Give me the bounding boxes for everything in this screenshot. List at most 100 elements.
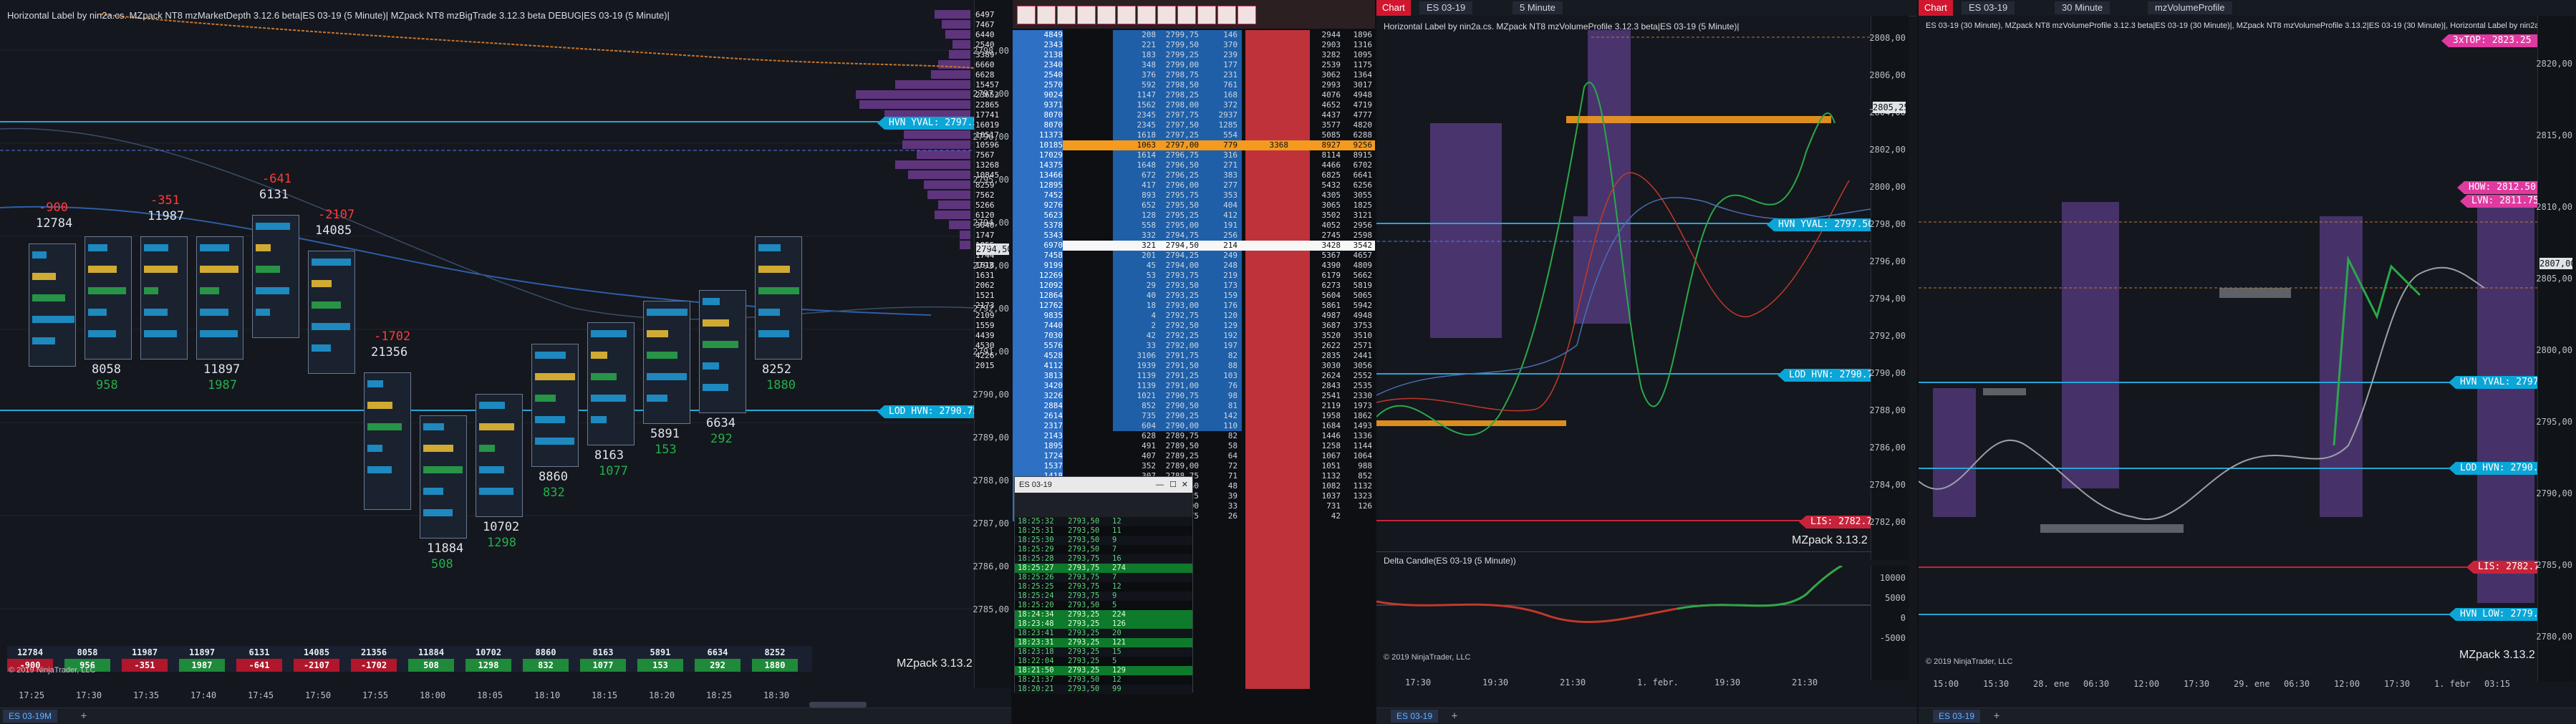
chart4-timeframe-select[interactable]: 30 Minute <box>2055 1 2111 14</box>
dom-row[interactable]: 2614 735 2790,25 142 1958 1862 <box>1013 411 1375 421</box>
chart-30min-pane[interactable]: Chart ES 03-19 30 Minute mzVolumeProfile… <box>1919 0 2576 724</box>
dom-row[interactable]: 4112 1939 2791,50 88 3030 3056 <box>1013 361 1375 371</box>
dom-row[interactable]: 7452 893 2795,75 353 4305 3055 <box>1013 190 1375 201</box>
chart4-time-axis[interactable]: 15:00 15:30 28. ene 06:30 12:00 17:30 29. ene 0… <box>1919 676 2537 692</box>
dom-row[interactable]: 5378 558 2795,00 191 4052 2956 <box>1013 221 1375 231</box>
dom-row[interactable]: 12092 29 2793,50 173 6273 5819 <box>1013 281 1375 291</box>
dom-row[interactable]: 2138 183 2799,25 239 3282 1095 <box>1013 50 1375 60</box>
toolbar-icon-5[interactable] <box>1097 6 1116 24</box>
footprint-cluster[interactable] <box>587 322 635 445</box>
dom-row[interactable]: 5576 33 2792,00 197 2622 2571 <box>1013 341 1375 351</box>
toolbar-icon-11[interactable] <box>1217 6 1236 24</box>
toolbar-icon-3[interactable] <box>1057 6 1076 24</box>
footprint-cluster[interactable] <box>699 290 746 413</box>
toolbar-icon-1[interactable] <box>1017 6 1036 24</box>
dom-row[interactable]: 2570 592 2798,50 761 2993 3017 <box>1013 80 1375 90</box>
delta-axis[interactable]: 10000 5000 0 -5000 <box>1871 566 1909 680</box>
toolbar-icon-9[interactable] <box>1177 6 1196 24</box>
dom-row[interactable]: 3813 1139 2791,25 103 2624 2552 <box>1013 371 1375 381</box>
dom-row[interactable]: 8070 2345 2797,75 2937 4437 4777 <box>1013 110 1375 120</box>
instrument-select[interactable]: ES 03-19 <box>1419 1 1473 14</box>
dom-row[interactable]: 7440 2 2792,50 129 3687 3753 <box>1013 321 1375 331</box>
dom-row[interactable]: 13466 672 2796,25 383 6825 6641 <box>1013 170 1375 180</box>
dom-row[interactable]: 3420 1139 2791,00 76 2843 2535 <box>1013 381 1375 391</box>
maximize-icon[interactable]: ☐ <box>1169 477 1177 493</box>
dom-row[interactable]: 6970 321 2794,50 214 3428 3542 <box>1013 241 1375 251</box>
chart-5min-plot[interactable] <box>1376 16 1871 560</box>
chart4-instrument-tab[interactable]: ES 03-19 <box>1933 710 1981 723</box>
chart4-add-tab-icon[interactable]: + <box>1990 710 2003 723</box>
chart4-menu-button[interactable]: Chart <box>1919 0 1953 16</box>
minimize-icon[interactable]: — <box>1156 477 1164 493</box>
time-axis[interactable]: 17:25 17:30 17:35 17:40 17:45 17:50 17:55 18:00… <box>0 687 974 703</box>
dom-row[interactable]: 9276 652 2795,50 404 3065 1825 <box>1013 201 1375 211</box>
dom-row[interactable]: 1724 407 2789,25 64 1067 1064 <box>1013 451 1375 461</box>
dom-row[interactable]: 9835 4 2792,75 120 4987 4948 <box>1013 311 1375 321</box>
footprint-cluster[interactable] <box>308 251 355 374</box>
footprint-cluster[interactable] <box>85 236 132 359</box>
dom-row[interactable]: 14375 1648 2796,50 271 4466 6702 <box>1013 160 1375 170</box>
horizontal-scrollbar[interactable] <box>809 702 867 708</box>
chart3-instrument-tab[interactable]: ES 03-19 <box>1391 710 1439 723</box>
chart3-price-axis[interactable]: 2808,002806,002804,002802,002800,002798,… <box>1869 16 1909 560</box>
toolbar-icon-6[interactable] <box>1117 6 1136 24</box>
dom-row[interactable]: 2343 221 2799,50 370 2903 1316 <box>1013 40 1375 50</box>
dom-row[interactable]: 4528 3106 2791,75 82 2835 2441 <box>1013 351 1375 361</box>
dom-row[interactable]: 12762 18 2793,00 176 5861 5942 <box>1013 301 1375 311</box>
dom-row[interactable]: 3226 1021 2790,75 98 2541 2330 <box>1013 391 1375 401</box>
dom-row[interactable]: 7030 42 2792,25 192 3520 3510 <box>1013 331 1375 341</box>
footprint-cluster[interactable] <box>252 215 299 338</box>
dom-row[interactable]: 1537 352 2789,00 72 1051 988 <box>1013 461 1375 471</box>
timeframe-select[interactable]: 5 Minute <box>1513 1 1563 14</box>
dom-ladder-pane[interactable]: 4849 208 2799,75 146 2944 1896 2343 221 2799,50 3… <box>1013 0 1375 724</box>
dom-row[interactable]: 1895 491 2789,50 58 1258 1144 <box>1013 441 1375 451</box>
footprint-cluster[interactable] <box>29 243 76 367</box>
toolbar-icon-4[interactable] <box>1077 6 1096 24</box>
dom-row[interactable]: 12269 53 2793,75 219 6179 5662 <box>1013 271 1375 281</box>
footprint-cluster[interactable] <box>364 372 411 510</box>
chart-5min-pane[interactable]: Chart ES 03-19 5 Minute Horizontal Label… <box>1376 0 1917 724</box>
dom-row[interactable]: 2317 604 2790,00 110 1684 1493 <box>1013 421 1375 431</box>
chart-menu-button[interactable]: Chart <box>1376 0 1411 16</box>
delta-candle-plot[interactable] <box>1376 566 1871 680</box>
dom-row[interactable]: 9371 1562 2798,00 372 4652 4719 <box>1013 100 1375 110</box>
dom-row[interactable]: 11373 1618 2797,25 554 5085 6288 <box>1013 130 1375 140</box>
dom-row[interactable]: 2340 348 2799,00 177 2539 1175 <box>1013 60 1375 70</box>
dom-row[interactable]: 10185 1063 2797,00 779 3368 8927 9256 <box>1013 140 1375 150</box>
dom-row[interactable]: 2540 376 2798,75 231 3062 1364 <box>1013 70 1375 80</box>
indicator-select[interactable]: mzVolumeProfile <box>2148 1 2232 14</box>
time-and-sales-window[interactable]: ES 03-19 — ☐ ✕ 18:25:32 2793,50 12 18:25:31… <box>1014 476 1193 694</box>
footprint-cluster[interactable] <box>755 236 802 359</box>
chart-30min-plot[interactable] <box>1919 16 2537 682</box>
instrument-tab[interactable]: ES 03-19M <box>3 710 58 723</box>
chart3-add-tab-icon[interactable]: + <box>1448 710 1461 723</box>
footprint-cluster[interactable] <box>140 236 188 359</box>
toolbar-icon-8[interactable] <box>1157 6 1176 24</box>
dom-row[interactable]: 12895 417 2796,00 277 5432 6256 <box>1013 180 1375 190</box>
dom-row[interactable]: 12864 40 2793,25 159 5604 5065 <box>1013 291 1375 301</box>
footprint-cluster[interactable] <box>420 415 467 539</box>
footprint-chart-pane[interactable]: Horizontal Label by nin2a.cs. MZpack NT8… <box>0 0 1011 724</box>
footprint-cluster[interactable] <box>196 236 243 359</box>
footprint-cluster[interactable] <box>643 301 690 424</box>
toolbar-icon-7[interactable] <box>1137 6 1156 24</box>
dom-row[interactable]: 5343 332 2794,75 256 2745 2598 <box>1013 231 1375 241</box>
footprint-cluster[interactable] <box>476 394 523 517</box>
dom-row[interactable]: 7458 201 2794,25 249 5367 4657 <box>1013 251 1375 261</box>
dom-row[interactable]: 4849 208 2799,75 146 2944 1896 <box>1013 30 1375 40</box>
dom-row[interactable]: 9199 45 2794,00 248 4390 4809 <box>1013 261 1375 271</box>
add-tab-icon[interactable]: + <box>77 710 90 723</box>
dom-row[interactable]: 5623 128 2795,25 412 3502 3121 <box>1013 211 1375 221</box>
dom-row[interactable]: 9024 1147 2798,25 168 4076 4948 <box>1013 90 1375 100</box>
chart4-instrument-select[interactable]: ES 03-19 <box>1962 1 2015 14</box>
close-icon[interactable]: ✕ <box>1182 477 1188 493</box>
toolbar-icon-10[interactable] <box>1197 6 1216 24</box>
dom-row[interactable]: 2143 628 2789,75 82 1446 1336 <box>1013 431 1375 441</box>
toolbar-icon-12[interactable] <box>1238 6 1256 24</box>
footprint-cluster[interactable] <box>531 344 579 467</box>
chart3-time-axis[interactable]: 17:30 19:30 21:30 1. febr. 19:30 21:30 <box>1376 675 1871 690</box>
toolbar-icon-2[interactable] <box>1037 6 1056 24</box>
dom-row[interactable]: 17029 1614 2796,75 316 8114 8915 <box>1013 150 1375 160</box>
dom-row[interactable]: 8070 2345 2797,50 1285 3577 4820 <box>1013 120 1375 130</box>
dom-row[interactable]: 2884 852 2790,50 81 2119 1973 <box>1013 401 1375 411</box>
